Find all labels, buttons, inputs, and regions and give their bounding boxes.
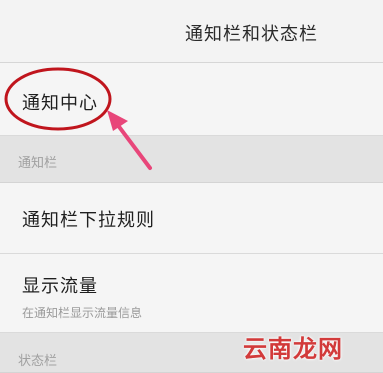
- notification-pulldown-rules-item[interactable]: 通知栏下拉规则: [0, 183, 383, 254]
- header-bar: 通知栏和状态栏: [0, 0, 383, 63]
- section-title-status-bar: 状态栏: [18, 354, 58, 369]
- show-traffic-item[interactable]: 显示流量 在通知栏显示流量信息: [0, 254, 383, 333]
- section-title-notification-bar: 通知栏: [18, 156, 58, 171]
- watermark-logo: 云南龙网: [243, 335, 343, 363]
- show-traffic-label: 显示流量: [22, 276, 98, 297]
- notification-center-label: 通知中心: [22, 93, 98, 114]
- section-header-notification-bar: 通知栏: [0, 136, 383, 183]
- pulldown-rules-label: 通知栏下拉规则: [22, 210, 155, 231]
- show-traffic-description: 在通知栏显示流量信息: [22, 306, 143, 320]
- page-title: 通知栏和状态栏: [185, 24, 318, 45]
- notification-center-item[interactable]: 通知中心: [0, 63, 383, 136]
